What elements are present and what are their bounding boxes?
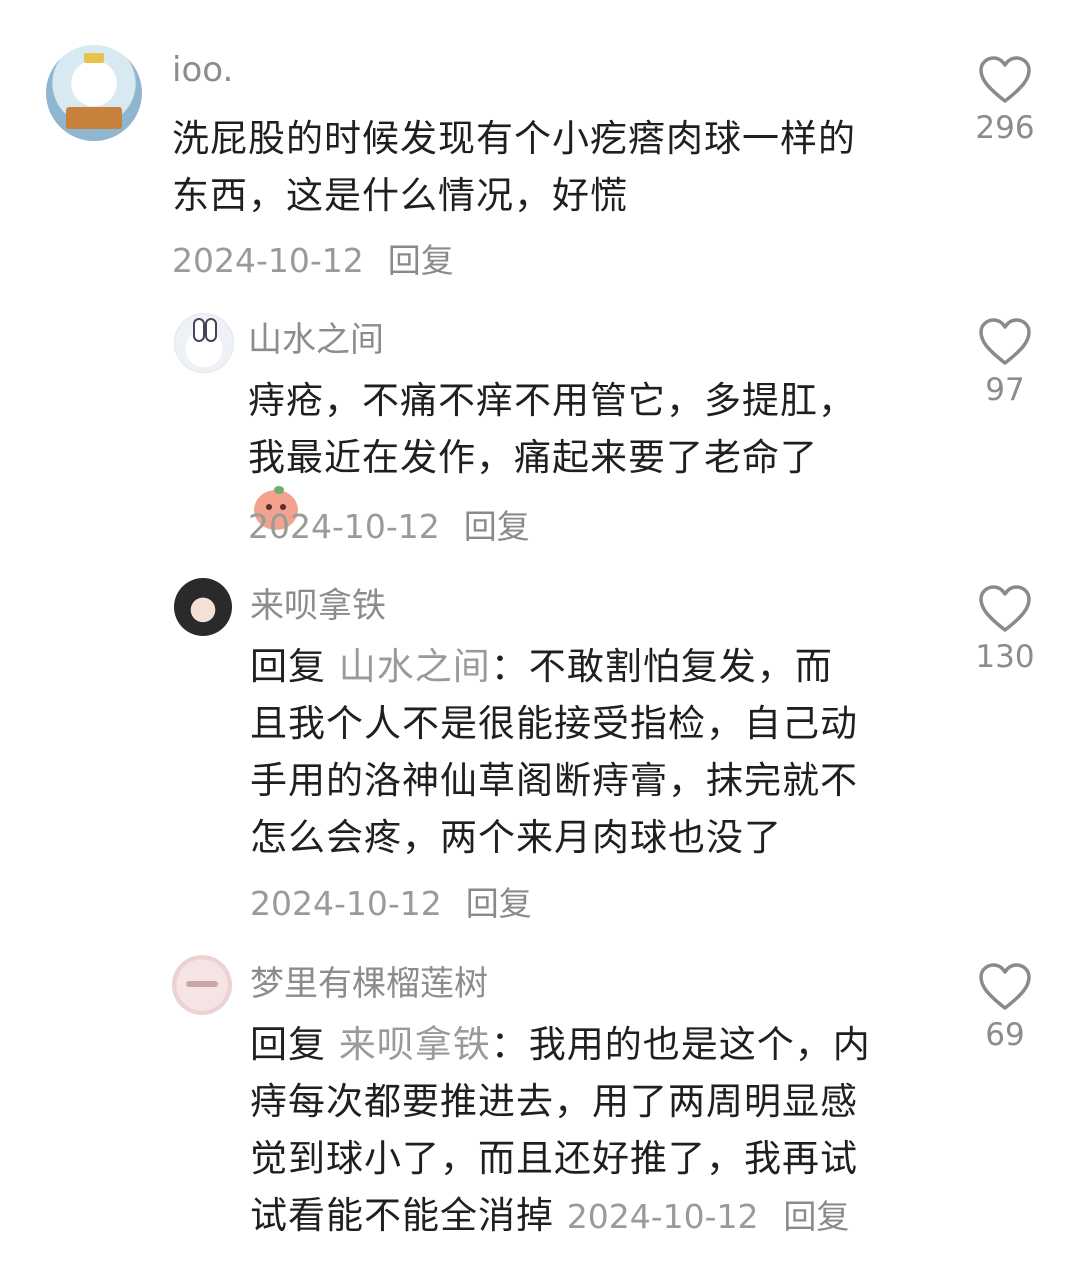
- comment-line: 手用的洛神仙草阁断痔膏，抹完就不: [250, 759, 858, 802]
- comment-line: 且我个人不是很能接受指检，自己动: [250, 702, 858, 745]
- like-count: 130: [975, 639, 1035, 675]
- comment-line: 觉到球小了，而且还好推了，我再试: [250, 1137, 858, 1180]
- reply-prefix: 回复: [250, 645, 326, 688]
- reply-button[interactable]: 回复: [464, 507, 530, 546]
- like-button[interactable]: 69: [970, 963, 1040, 1053]
- reply-button[interactable]: 回复: [783, 1197, 849, 1236]
- avatar[interactable]: [46, 45, 142, 141]
- username[interactable]: 梦里有棵榴莲树: [250, 956, 488, 1005]
- comment-text[interactable]: 洗屁股的时候发现有个小疙瘩肉球一样的 东西，这是什么情况，好慌: [172, 110, 856, 224]
- crown-icon: [84, 53, 104, 63]
- like-count: 69: [985, 1017, 1025, 1053]
- book-icon: [66, 107, 122, 129]
- like-button[interactable]: 130: [970, 585, 1040, 675]
- comment-thread: ioo. 洗屁股的时候发现有个小疙瘩肉球一样的 东西，这是什么情况，好慌 202…: [0, 0, 1080, 1271]
- comment-line: 回复 山水之间：不敢割怕复发，而: [250, 645, 833, 688]
- logo-icon: [186, 981, 218, 987]
- reply-prefix: 回复: [250, 1023, 326, 1066]
- comment-meta: 2024-10-12 回复: [248, 500, 530, 548]
- comment-text[interactable]: 回复 来呗拿铁：我用的也是这个，内 痔每次都要推进去，用了两周明显感 觉到球小了…: [250, 1016, 871, 1245]
- comment-meta: 2024-10-12 回复: [250, 877, 532, 925]
- like-button[interactable]: 296: [970, 56, 1040, 146]
- like-count: 97: [985, 372, 1025, 408]
- rabbit-ear-icon: [193, 318, 205, 342]
- mention-link[interactable]: 来呗拿铁: [339, 1023, 491, 1066]
- comment-date: 2024-10-12: [248, 507, 440, 546]
- reply-button[interactable]: 回复: [466, 884, 532, 923]
- heart-icon: [979, 318, 1031, 365]
- mention-link[interactable]: 山水之间: [339, 645, 491, 688]
- avatar[interactable]: [174, 313, 234, 373]
- comment-date: 2024-10-12: [172, 241, 364, 280]
- comment-line: 怎么会疼，两个来月肉球也没了: [250, 816, 782, 859]
- comment-line: 东西，这是什么情况，好慌: [172, 174, 628, 217]
- comment-meta: 2024-10-12 回复: [172, 234, 454, 282]
- username[interactable]: 来呗拿铁: [250, 578, 386, 627]
- like-button[interactable]: 97: [970, 318, 1040, 408]
- comment-line: 痔疮，不痛不痒不用管它，多提肛，: [248, 379, 856, 422]
- comment-line: 痔每次都要推进去，用了两周明显感: [250, 1080, 858, 1123]
- like-count: 296: [975, 110, 1035, 146]
- reply-button[interactable]: 回复: [388, 241, 454, 280]
- avatar[interactable]: [172, 955, 232, 1015]
- comment-date: 2024-10-12: [566, 1197, 759, 1236]
- comment-text[interactable]: 回复 山水之间：不敢割怕复发，而 且我个人不是很能接受指检，自己动 手用的洛神仙…: [250, 638, 858, 866]
- comment-line: 试看能不能全消掉 2024-10-12 回复: [250, 1194, 850, 1237]
- comment-date: 2024-10-12: [250, 884, 442, 923]
- comment-line: 回复 来呗拿铁：我用的也是这个，内: [250, 1023, 871, 1066]
- comment-line: 洗屁股的时候发现有个小疙瘩肉球一样的: [172, 117, 856, 160]
- heart-icon: [979, 585, 1031, 632]
- rabbit-ear-icon: [205, 318, 217, 342]
- heart-icon: [979, 56, 1031, 103]
- avatar[interactable]: [174, 578, 232, 636]
- username[interactable]: ioo.: [172, 50, 233, 90]
- username[interactable]: 山水之间: [248, 312, 384, 361]
- heart-icon: [979, 963, 1031, 1010]
